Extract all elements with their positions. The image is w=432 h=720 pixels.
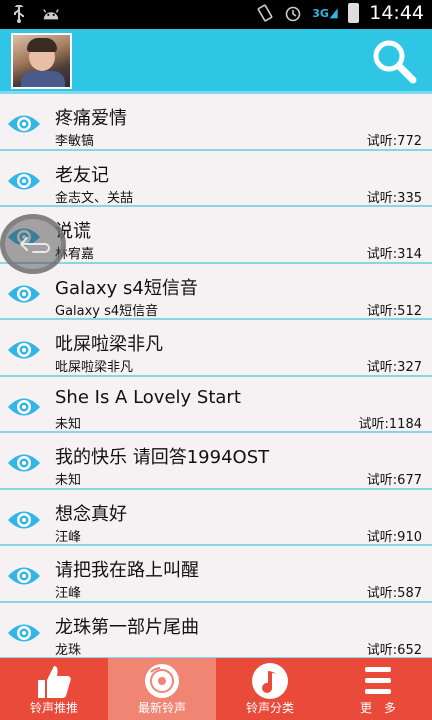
ringtone-artist: Galaxy s4短信音	[55, 303, 159, 319]
avatar[interactable]	[11, 33, 72, 89]
music-note-icon	[250, 662, 290, 700]
ringtone-title: 请把我在路上叫醒	[55, 560, 199, 581]
play-icon[interactable]	[6, 450, 42, 476]
ringtone-artist: 未知	[55, 416, 82, 432]
play-count-value: 512	[397, 303, 422, 319]
ringtone-title: 老友记	[55, 164, 109, 186]
play-count-value: 677	[397, 473, 422, 488]
app-header	[0, 29, 432, 94]
ringtone-title: Galaxy s4短信音	[55, 277, 198, 299]
ringtone-row[interactable]: 吡屎啦梁非凡 吡屎啦梁非凡 试听:327	[0, 320, 432, 377]
play-count-value: 652	[397, 642, 422, 658]
status-bar: 3G 14:44	[0, 0, 432, 29]
ringtone-list[interactable]: 疼痛爱情 李敏镐 试听:772 老友记 金志文、关喆 试听:335 说谎 林宥嘉 试听:314 G…	[0, 94, 432, 658]
bottom-nav: 铃声推推 最新铃声 铃声分类 更 多	[0, 658, 432, 720]
menu-icon	[358, 662, 398, 700]
ringtone-title: 吡屎啦梁非凡	[55, 334, 163, 355]
play-count: 试听:1184	[359, 413, 422, 432]
ringtone-row[interactable]: She Is A Lovely Start 未知 试听:1184	[0, 376, 432, 433]
play-count: 试听:512	[367, 300, 422, 319]
ringtone-row[interactable]: Galaxy s4短信音 Galaxy s4短信音 试听:512	[0, 263, 432, 320]
ringtone-artist: 李敏镐	[55, 134, 95, 149]
ringtone-artist: 龙珠	[55, 642, 82, 658]
nav-tab[interactable]: 最新铃声	[108, 658, 216, 720]
vibrate-icon	[256, 3, 274, 23]
android-icon	[42, 4, 60, 24]
play-count-label: 试听:	[366, 303, 398, 319]
play-count-label: 试听:	[366, 190, 398, 206]
ringtone-title: She Is A Lovely Start	[55, 386, 241, 408]
ringtone-artist: 未知	[55, 473, 82, 488]
play-count-label: 试听:	[366, 247, 398, 262]
play-count-value: 327	[397, 360, 422, 375]
nav-tab-label: 更 多	[359, 701, 396, 715]
search-icon[interactable]	[370, 37, 418, 85]
play-count: 试听:652	[367, 639, 422, 658]
play-count-label: 试听:	[366, 586, 398, 601]
play-count: 试听:677	[367, 469, 422, 488]
play-count-value: 335	[397, 190, 422, 206]
play-count: 试听:910	[367, 526, 422, 545]
play-count-label: 试听:	[366, 642, 398, 658]
play-count: 试听:314	[367, 243, 422, 262]
thumbs-up-icon	[34, 662, 74, 700]
play-count-value: 772	[397, 134, 422, 149]
play-count: 试听:772	[367, 130, 422, 149]
play-icon[interactable]	[6, 394, 42, 420]
ringtone-row[interactable]: 老友记金志文、关喆 试听:335	[0, 150, 432, 207]
ringtone-row[interactable]: 我的快乐 请回答1994OST 未知 试听:677	[0, 433, 432, 490]
floating-back-button[interactable]	[0, 214, 66, 274]
play-icon[interactable]	[6, 111, 42, 137]
usb-icon	[10, 4, 28, 24]
ringtone-row[interactable]: 疼痛爱情李敏镐 试听:772	[0, 94, 432, 151]
signal-icon: 3G	[312, 3, 338, 23]
ringtone-artist: 汪峰	[55, 586, 82, 601]
play-count: 试听:327	[367, 356, 422, 375]
nav-tab-label: 铃声分类	[245, 701, 294, 715]
play-icon[interactable]	[6, 337, 42, 363]
nav-tab[interactable]: 更 多	[324, 658, 432, 720]
disc-icon	[142, 662, 182, 700]
play-icon[interactable]	[6, 168, 42, 194]
play-count-label: 试听:	[366, 360, 398, 375]
play-count-value: 587	[397, 586, 422, 601]
ringtone-row[interactable]: 请把我在路上叫醒汪峰 试听:587	[0, 546, 432, 603]
ringtone-title: 疼痛爱情	[55, 108, 127, 129]
play-count-label: 试听:	[366, 134, 398, 149]
play-count-value: 314	[397, 247, 422, 262]
play-icon[interactable]	[6, 563, 42, 589]
ringtone-artist: 汪峰	[55, 529, 82, 545]
play-icon[interactable]	[6, 281, 42, 307]
nav-tab[interactable]: 铃声分类	[216, 658, 324, 720]
play-count-label: 试听:	[366, 473, 398, 488]
ringtone-title: 想念真好	[55, 503, 127, 525]
play-count-value: 910	[397, 529, 422, 545]
nav-tab-label: 铃声推推	[29, 701, 78, 715]
alarm-icon	[284, 3, 302, 23]
ringtone-artist: 吡屎啦梁非凡	[55, 360, 134, 375]
ringtone-row[interactable]: 龙珠第一部片尾曲龙珠 试听:652	[0, 602, 432, 658]
network-type: 3G	[312, 6, 329, 20]
play-count: 试听:335	[367, 187, 422, 206]
play-count: 试听:587	[367, 582, 422, 601]
play-count-value: 1184	[388, 416, 422, 432]
ringtone-row[interactable]: 想念真好汪峰 试听:910	[0, 489, 432, 546]
ringtone-title: 龙珠第一部片尾曲	[55, 616, 199, 638]
clock: 14:44	[369, 2, 424, 24]
play-count-label: 试听:	[358, 416, 389, 432]
play-icon[interactable]	[6, 620, 42, 646]
battery-icon	[348, 3, 360, 23]
play-count-label: 试听:	[366, 529, 398, 545]
nav-tab-label: 最新铃声	[137, 701, 186, 715]
ringtone-artist: 金志文、关喆	[55, 190, 134, 206]
nav-tab[interactable]: 铃声推推	[0, 658, 108, 720]
ringtone-title: 我的快乐 请回答1994OST	[55, 447, 270, 468]
play-icon[interactable]	[6, 507, 42, 533]
